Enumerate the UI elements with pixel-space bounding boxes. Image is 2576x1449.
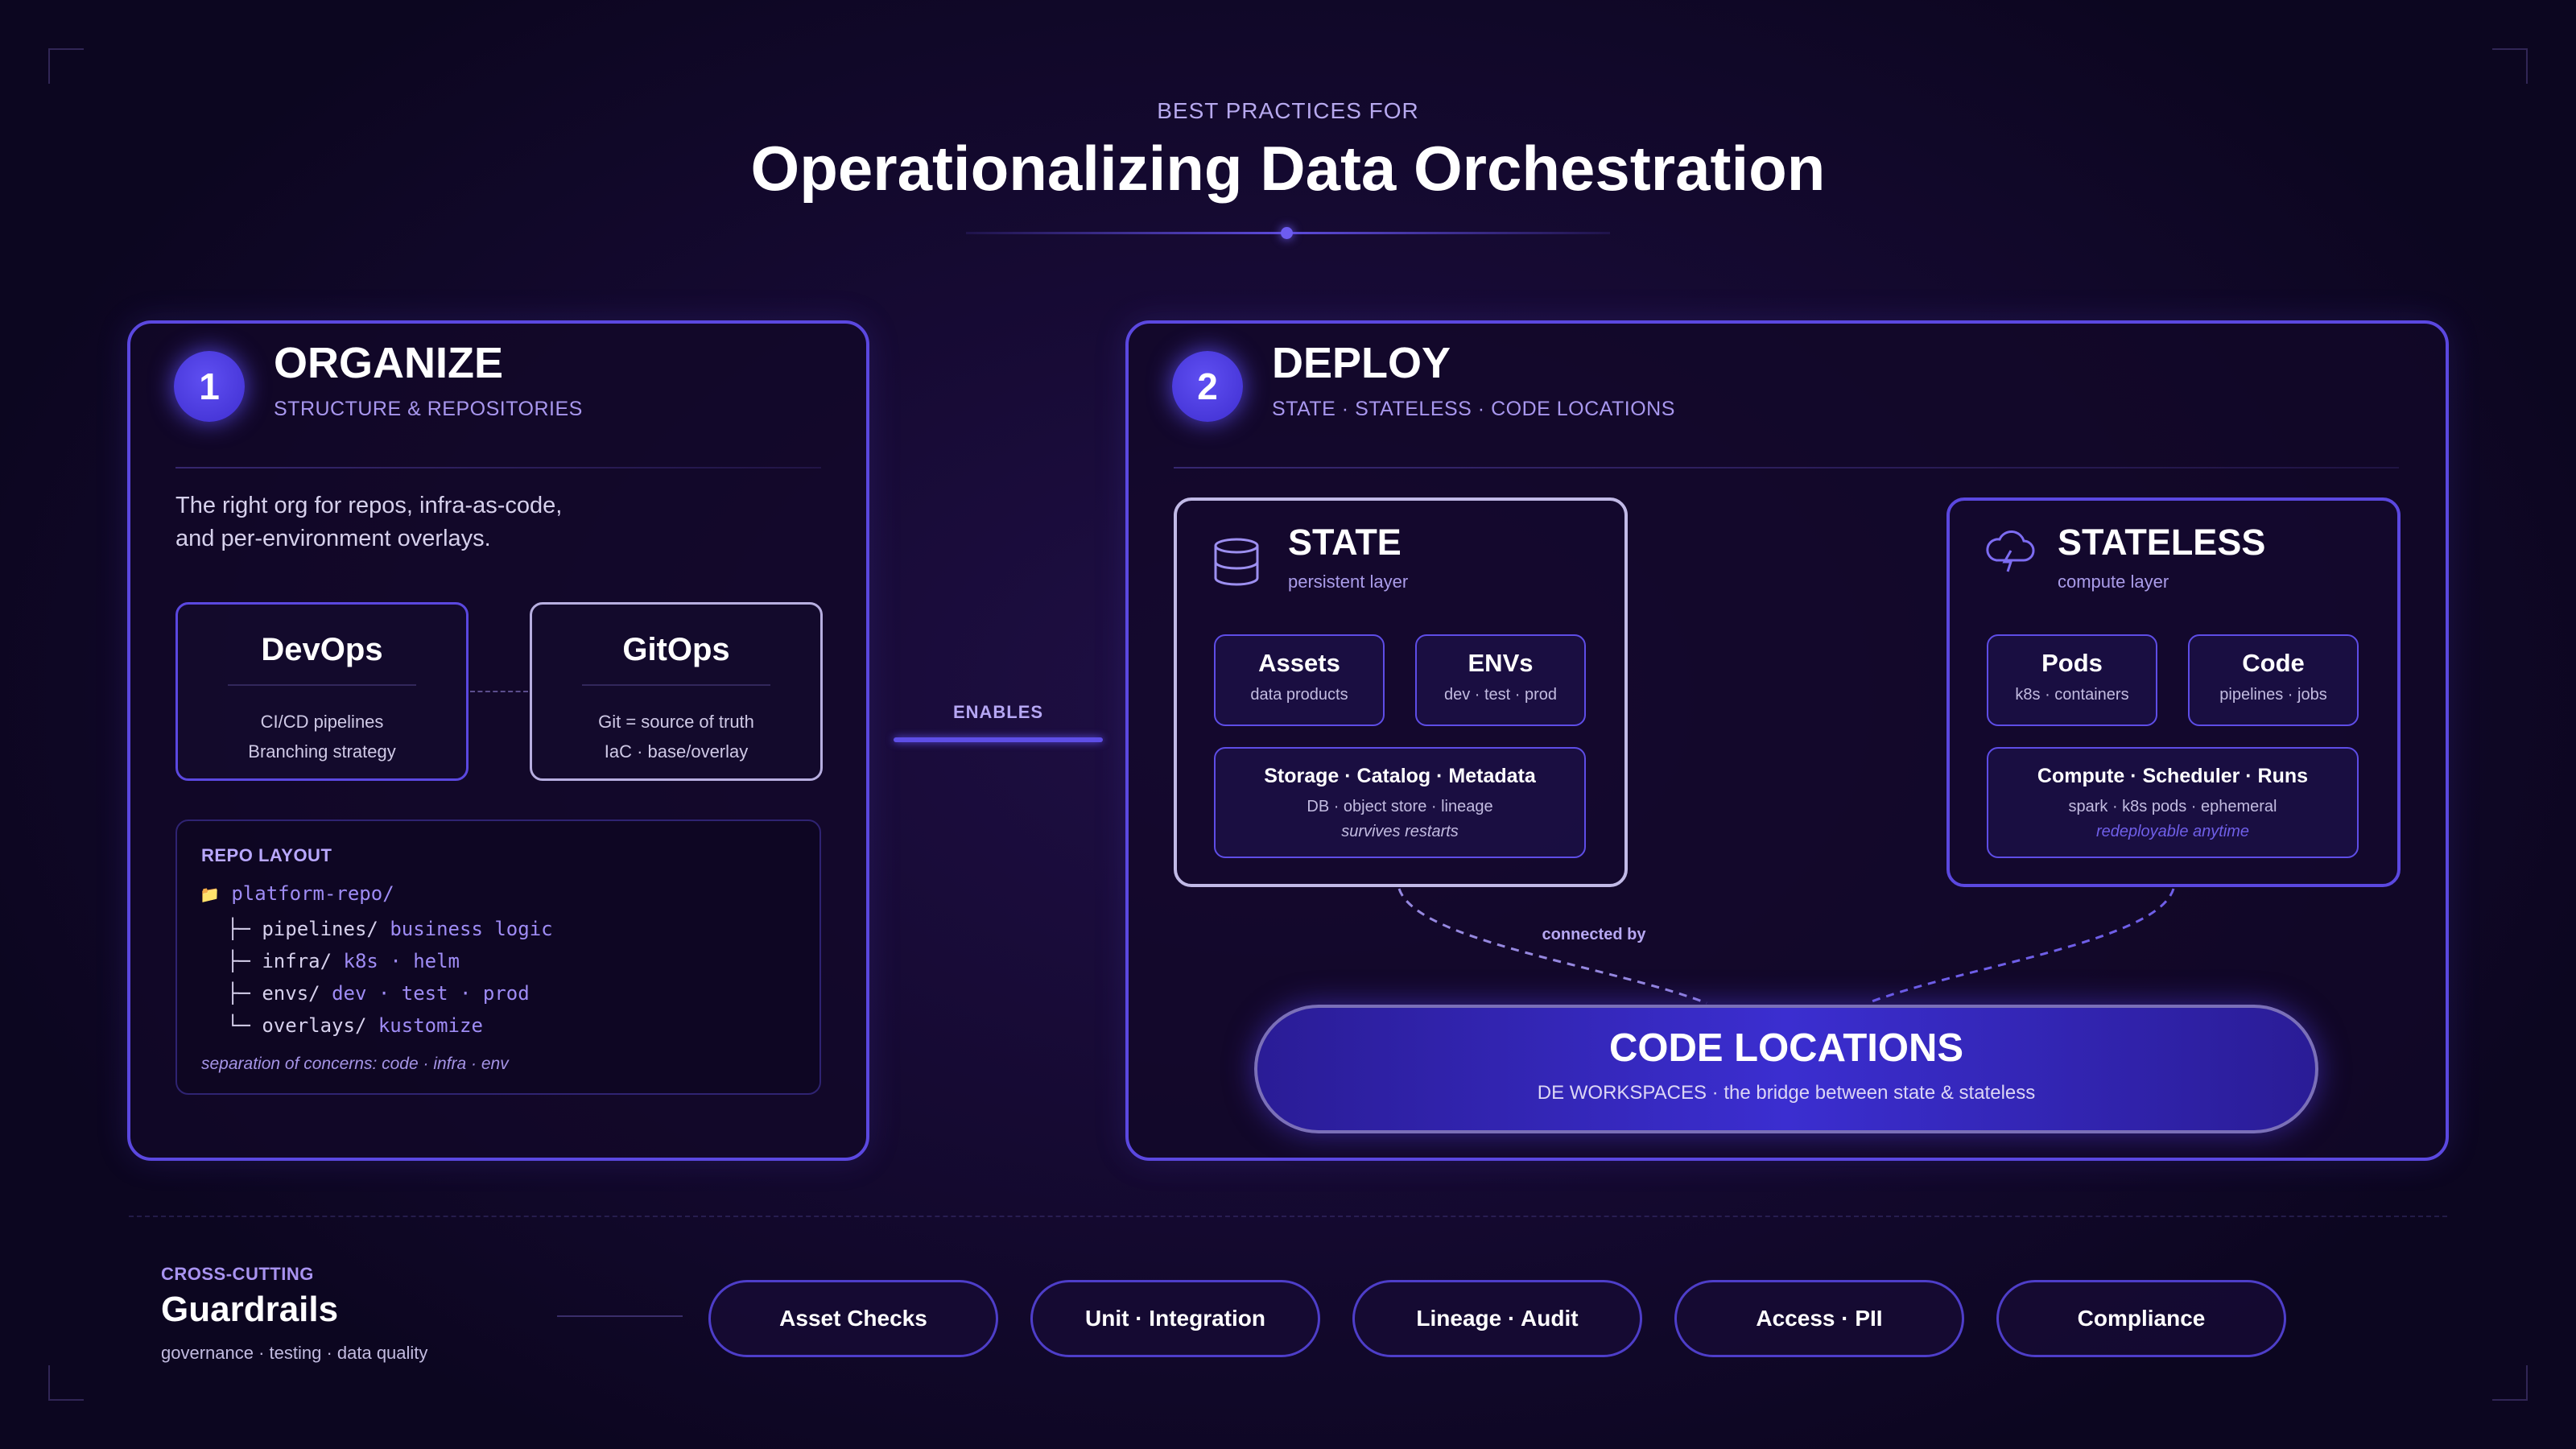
guardrail-pill-unit-integration: Unit · Integration	[1030, 1280, 1320, 1357]
footer-divider	[129, 1216, 2447, 1217]
guardrail-pill-access-pii: Access · PII	[1674, 1280, 1964, 1357]
guardrail-pill-compliance: Compliance	[1996, 1280, 2286, 1357]
stateless-to-codeloc-connector	[1867, 888, 2175, 1005]
guardrails-subtitle: governance · testing · data quality	[161, 1343, 428, 1363]
code-locations-subtitle: DE WORKSPACES · the bridge between state…	[1537, 1082, 2036, 1104]
connector-curves	[1397, 888, 2175, 1005]
guardrails-title: Guardrails	[161, 1290, 339, 1329]
code-locations-title: CODE LOCATIONS	[1608, 1026, 1964, 1070]
code-locations-pill: CODE LOCATIONS DE WORKSPACES · the bridg…	[1254, 1005, 2318, 1133]
guardrails-connector	[557, 1315, 683, 1317]
connected-by-label: connected by	[1542, 926, 1646, 943]
guardrail-pill-asset-checks: Asset Checks	[708, 1280, 998, 1357]
state-to-codeloc-connector	[1397, 888, 1707, 1005]
guardrails-eyebrow: CROSS-CUTTING	[161, 1264, 314, 1284]
guardrail-pill-lineage-audit: Lineage · Audit	[1352, 1280, 1642, 1357]
